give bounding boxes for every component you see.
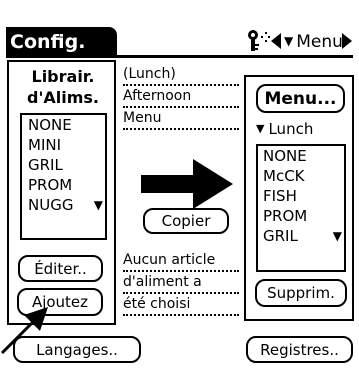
no-item-message-line2: d'aliment a	[123, 272, 239, 294]
list-item[interactable]: MINI	[28, 135, 105, 155]
meal-selector-dropdown[interactable]: ▼ Lunch	[256, 118, 313, 140]
list-item[interactable]: FISH	[263, 186, 344, 206]
food-library-heading: Librair. d'Alims.	[13, 66, 113, 108]
no-item-message-line1: Aucun article	[123, 250, 239, 272]
scroll-down-arrow-icon[interactable]: ▼	[333, 226, 342, 246]
list-item[interactable]: NONE	[28, 115, 105, 135]
screen: Config. ▼ Menu Librair. d'Alims. NONE MIN…	[0, 0, 359, 377]
title-rule	[6, 55, 353, 58]
list-item-with-scroll[interactable]: GRIL ▼	[263, 226, 344, 246]
list-item[interactable]: NUGG	[28, 196, 73, 214]
meal-afternoon-link[interactable]: Afternoon	[123, 86, 239, 108]
menu-button[interactable]: Menu...	[256, 84, 345, 113]
list-item[interactable]: GRIL	[263, 227, 298, 245]
list-item[interactable]: PROM	[263, 206, 344, 226]
food-library-heading-line2: d'Alims.	[27, 88, 99, 107]
list-item[interactable]: NONE	[263, 146, 344, 166]
no-item-message-line3: été choisi	[123, 294, 239, 316]
list-item[interactable]: GRIL	[28, 155, 105, 175]
meal-lunch-link[interactable]: (Lunch)	[123, 64, 239, 86]
meal-menu-link[interactable]: Menu	[123, 108, 239, 130]
copy-button[interactable]: Copier	[143, 208, 229, 234]
menu-items-list[interactable]: NONE McCK FISH PROM GRIL ▼	[256, 144, 346, 272]
left-arrow-icon[interactable]	[271, 33, 281, 49]
records-button[interactable]: Registres..	[246, 336, 353, 363]
meal-selector-value: Lunch	[268, 120, 314, 138]
delete-button[interactable]: Supprim.	[255, 279, 347, 307]
app-title: Config.	[6, 27, 117, 57]
menu-dropdown[interactable]: ▼ Menu	[284, 28, 343, 54]
pointer-arrow-icon	[0, 307, 48, 355]
list-item[interactable]: McCK	[263, 166, 344, 186]
food-library-heading-line1: Librair.	[31, 67, 95, 86]
copy-direction-arrow-icon	[141, 159, 233, 209]
list-item[interactable]: PROM	[28, 175, 105, 195]
right-arrow-icon[interactable]	[342, 33, 352, 49]
list-item-with-scroll[interactable]: NUGG ▼	[28, 195, 105, 215]
dropdown-triangle-icon: ▼	[256, 122, 265, 135]
food-library-list[interactable]: NONE MINI GRIL PROM NUGG ▼	[20, 113, 107, 240]
key-icon[interactable]	[245, 26, 271, 56]
menu-dropdown-label: Menu	[296, 32, 343, 52]
scroll-down-arrow-icon[interactable]: ▼	[94, 195, 103, 215]
dropdown-triangle-icon: ▼	[284, 34, 294, 48]
edit-button[interactable]: Éditer..	[18, 255, 103, 282]
